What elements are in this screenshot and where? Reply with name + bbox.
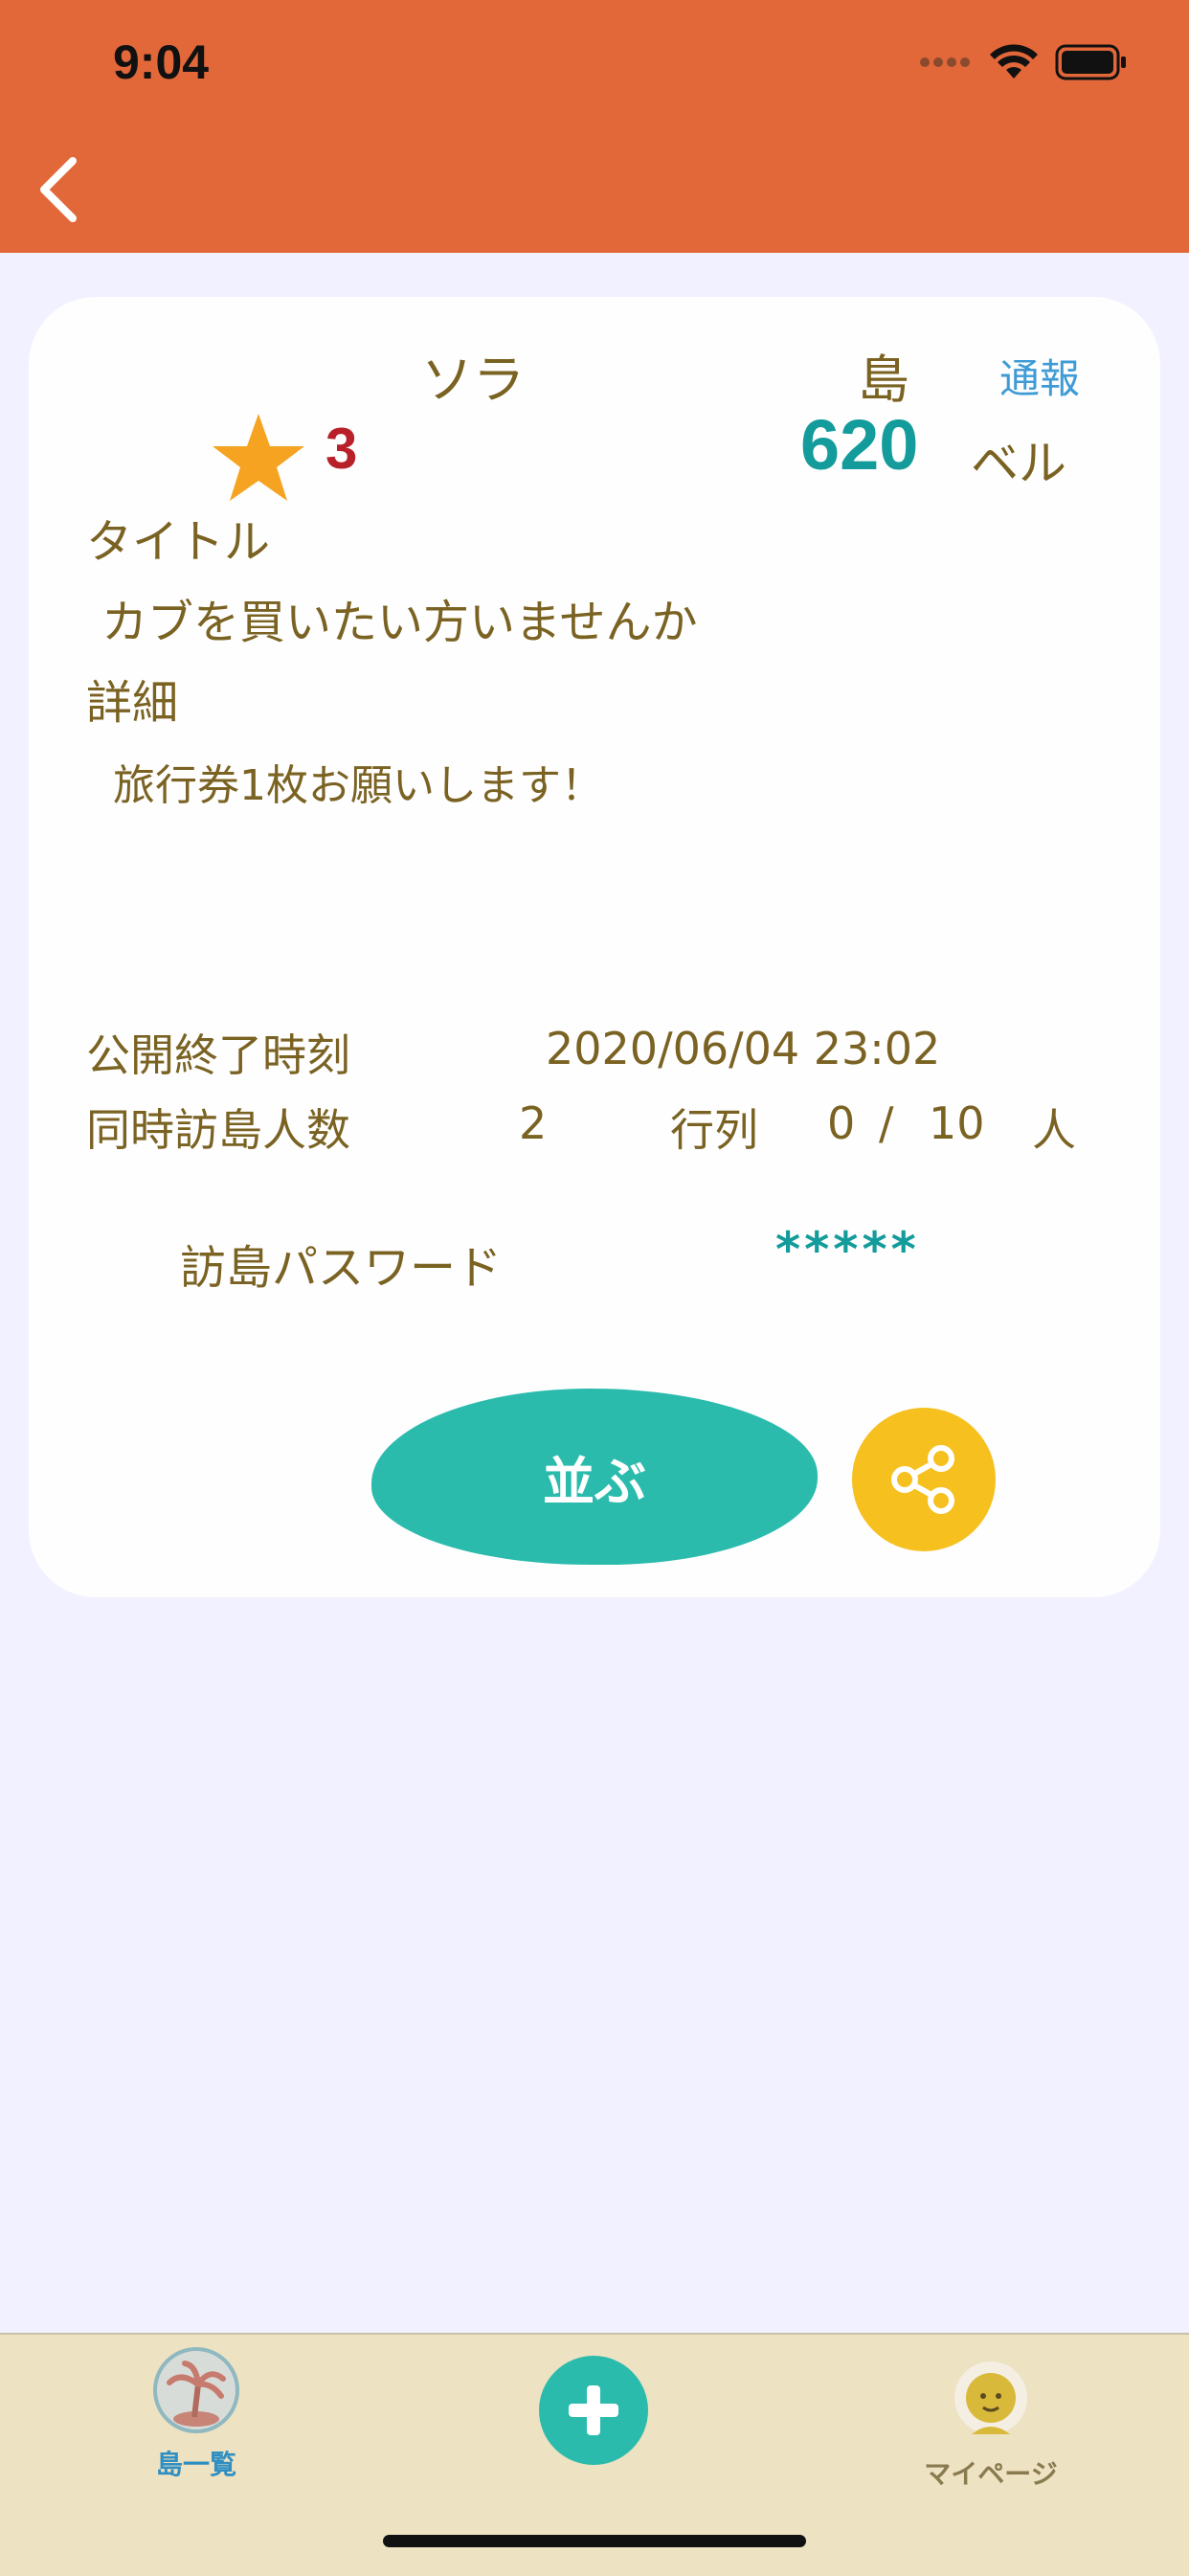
island-detail-card: ソラ 島 通報 3 620 ベル タイトル カブを買いたい方いませんか 詳細 旅…	[29, 297, 1160, 1597]
turnip-price: 620	[800, 405, 919, 485]
password-label: 訪島パスワード	[180, 1241, 503, 1295]
palm-tree-icon	[153, 2347, 239, 2433]
queue-max: 10	[929, 1097, 985, 1149]
detail-label: 詳細	[86, 676, 179, 730]
price-unit: ベル	[971, 436, 1066, 491]
queue-unit: 人	[1032, 1104, 1076, 1156]
island-label: 島	[858, 350, 909, 410]
tab-mypage-label: マイページ	[924, 2458, 1058, 2490]
password-value: *****	[775, 1222, 920, 1277]
visitors-value: 2	[519, 1097, 548, 1149]
tab-mypage[interactable]: マイページ	[909, 2356, 1072, 2492]
end-time-value: 2020/06/04 23:02	[546, 1023, 941, 1074]
avatar-icon	[954, 2361, 1027, 2434]
star-icon	[213, 414, 304, 501]
status-time: 9:04	[113, 35, 210, 89]
navigation-header: 9:04	[0, 0, 1189, 253]
queue-button[interactable]: 並ぶ	[371, 1389, 818, 1565]
end-time-label: 公開終了時刻	[86, 1029, 350, 1081]
queue-separator: /	[879, 1097, 894, 1149]
queue-label: 行列	[670, 1104, 758, 1156]
share-button[interactable]	[852, 1408, 996, 1551]
post-title: カブを買いたい方いませんか	[101, 596, 698, 649]
wifi-icon	[990, 44, 1038, 79]
plus-icon	[539, 2356, 648, 2465]
share-icon	[891, 1445, 954, 1514]
visitors-label: 同時訪島人数	[86, 1104, 350, 1156]
post-detail: 旅行券1枚お願いします！	[113, 761, 603, 810]
tab-island-list[interactable]: 島一覧	[134, 2346, 258, 2482]
title-label: タイトル	[86, 515, 271, 569]
tab-add[interactable]	[536, 2354, 651, 2471]
island-owner-name: ソラ	[421, 350, 525, 410]
rating-count: 3	[325, 417, 358, 481]
tab-island-list-label: 島一覧	[155, 2449, 236, 2480]
report-link[interactable]: 通報	[999, 347, 1080, 405]
battery-icon	[1055, 44, 1126, 80]
queue-current: 0	[827, 1097, 856, 1149]
signal-icon	[920, 57, 970, 67]
back-chevron-icon[interactable]	[31, 151, 88, 228]
home-indicator	[383, 2535, 806, 2547]
status-indicators	[919, 44, 1128, 80]
